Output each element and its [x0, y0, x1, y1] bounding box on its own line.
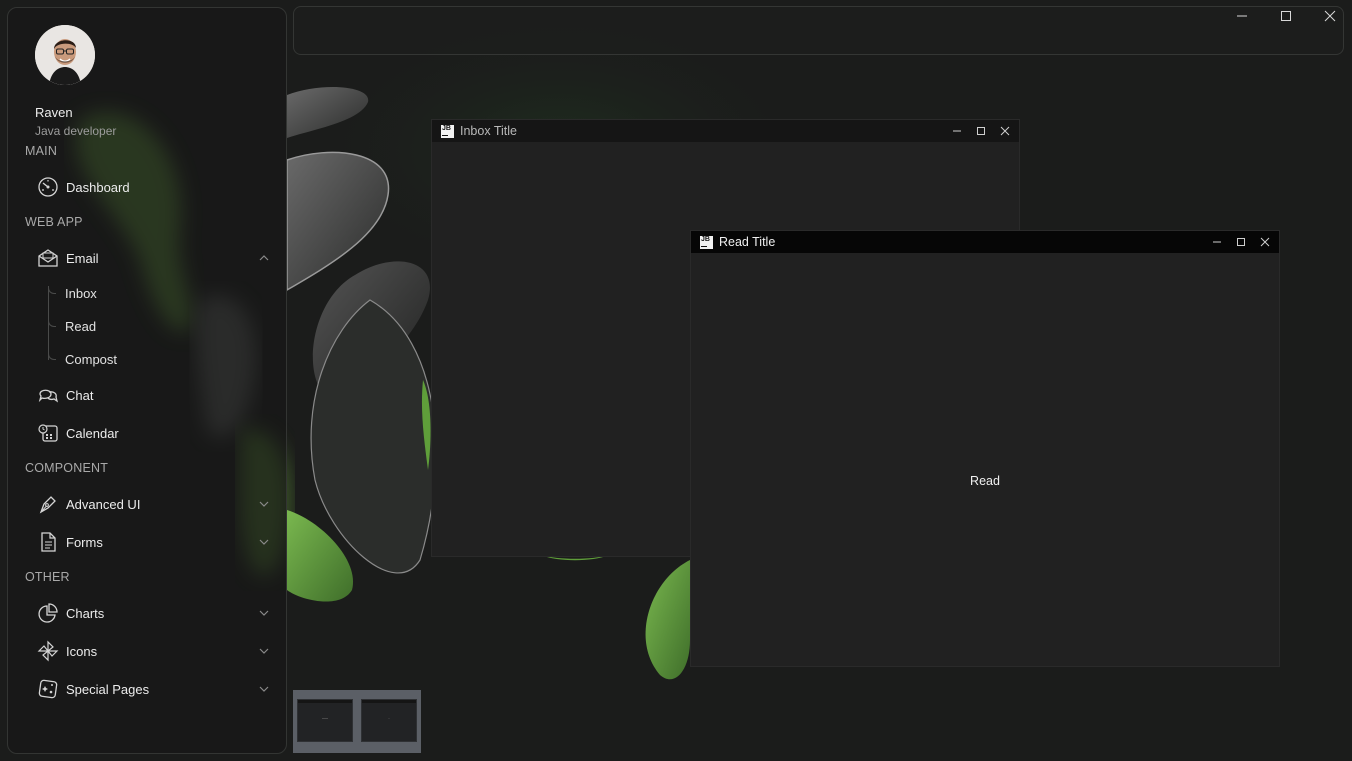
- read-frame-title: Read Title: [719, 235, 776, 249]
- frame-maximize-button[interactable]: [969, 120, 993, 142]
- jb-logo-icon: JB: [700, 235, 713, 249]
- window-controls: [1220, 0, 1352, 32]
- sidebar-item-label: Calendar: [66, 425, 119, 441]
- inbox-frame-title: Inbox Title: [460, 124, 517, 138]
- minimize-button[interactable]: [1220, 0, 1264, 32]
- user-photo: [35, 25, 95, 85]
- document-icon: [36, 530, 60, 554]
- maximize-icon: [977, 127, 985, 135]
- sidebar-item-label: Dashboard: [66, 179, 130, 195]
- sidebar: Raven Java developer MAIN Dashboard WEB …: [7, 7, 287, 754]
- tree-branch: [48, 319, 56, 327]
- close-icon: [1260, 237, 1270, 247]
- sidebar-item-advanced-ui[interactable]: Advanced UI: [26, 487, 274, 521]
- calendar-icon: [36, 421, 60, 445]
- maximize-icon: [1237, 238, 1245, 246]
- jb-logo-icon: JB: [441, 124, 454, 138]
- frame-minimize-button[interactable]: [945, 120, 969, 142]
- read-frame[interactable]: JB Read Title Read: [690, 230, 1280, 667]
- chevron-down-icon[interactable]: [258, 498, 270, 510]
- pen-nib-icon: [36, 492, 60, 516]
- avatar[interactable]: [35, 25, 95, 85]
- sidebar-subitem-compost[interactable]: Compost: [65, 347, 117, 371]
- inbox-frame-controls: [945, 120, 1017, 142]
- frame-minimize-button[interactable]: [1205, 231, 1229, 253]
- sidebar-subitem-read[interactable]: Read: [65, 314, 96, 338]
- sidebar-item-label: Chat: [66, 387, 94, 403]
- thumbnail-titlebar: [362, 700, 416, 703]
- section-component: COMPONENT: [25, 461, 109, 475]
- frame-close-button[interactable]: [993, 120, 1017, 142]
- maximize-button[interactable]: [1264, 0, 1308, 32]
- section-web-app: WEB APP: [25, 215, 83, 229]
- sidebar-item-email[interactable]: Email: [26, 241, 274, 275]
- close-icon: [1000, 126, 1010, 136]
- thumbnail-dash-icon: —: [322, 716, 328, 722]
- read-content-label: Read: [970, 474, 1000, 488]
- maximize-icon: [1281, 11, 1291, 21]
- minimize-icon: [1213, 241, 1221, 243]
- close-button[interactable]: [1308, 0, 1352, 32]
- gauge-icon: [36, 175, 60, 199]
- sidebar-item-charts[interactable]: Charts: [26, 596, 274, 630]
- frame-thumbnails: — ·: [293, 690, 421, 753]
- read-frame-titlebar[interactable]: JB Read Title: [691, 231, 1279, 253]
- read-frame-content: Read: [691, 253, 1279, 666]
- sidebar-item-label: Advanced UI: [66, 496, 141, 512]
- sidebar-item-calendar[interactable]: Calendar: [26, 416, 274, 450]
- sidebar-item-label: Email: [66, 250, 99, 266]
- chevron-down-icon[interactable]: [258, 645, 270, 657]
- close-icon: [1324, 10, 1336, 22]
- sidebar-item-chat[interactable]: Chat: [26, 378, 274, 412]
- sidebar-item-label: Special Pages: [66, 681, 150, 697]
- top-bar: [293, 6, 1344, 55]
- frame-maximize-button[interactable]: [1229, 231, 1253, 253]
- read-frame-controls: [1205, 231, 1277, 253]
- user-profile: Raven Java developer: [35, 25, 116, 138]
- tree-branch: [48, 286, 56, 294]
- frame-close-button[interactable]: [1253, 231, 1277, 253]
- chat-bubbles-icon: [36, 383, 60, 407]
- sidebar-item-label: Forms: [66, 534, 103, 550]
- pinwheel-icon: [36, 639, 60, 663]
- envelope-icon: [36, 246, 60, 270]
- minimize-icon: [1237, 15, 1247, 17]
- tree-branch: [48, 352, 56, 360]
- thumbnail-titlebar: [298, 700, 352, 703]
- sidebar-item-label: Icons: [66, 643, 98, 659]
- chevron-down-icon[interactable]: [258, 607, 270, 619]
- sidebar-item-special-pages[interactable]: Special Pages: [26, 672, 274, 706]
- inbox-frame-titlebar[interactable]: JB Inbox Title: [432, 120, 1019, 142]
- thumbnail-inbox[interactable]: —: [297, 699, 353, 742]
- chevron-up-icon[interactable]: [258, 252, 270, 264]
- chevron-down-icon[interactable]: [258, 536, 270, 548]
- sidebar-item-forms[interactable]: Forms: [26, 525, 274, 559]
- sidebar-item-dashboard[interactable]: Dashboard: [26, 170, 274, 204]
- minimize-icon: [953, 130, 961, 132]
- profile-role: Java developer: [35, 124, 117, 138]
- thumbnail-read[interactable]: ·: [361, 699, 417, 742]
- profile-name: Raven: [35, 105, 73, 120]
- chevron-down-icon[interactable]: [258, 683, 270, 695]
- sidebar-item-icons[interactable]: Icons: [26, 634, 274, 668]
- section-other: OTHER: [25, 570, 70, 584]
- pie-chart-icon: [36, 601, 60, 625]
- sidebar-subitem-inbox[interactable]: Inbox: [65, 281, 97, 305]
- section-main: MAIN: [25, 144, 58, 158]
- sidebar-item-label: Charts: [66, 605, 105, 621]
- thumbnail-dot-icon: ·: [388, 716, 390, 722]
- sparkle-square-icon: [36, 677, 60, 701]
